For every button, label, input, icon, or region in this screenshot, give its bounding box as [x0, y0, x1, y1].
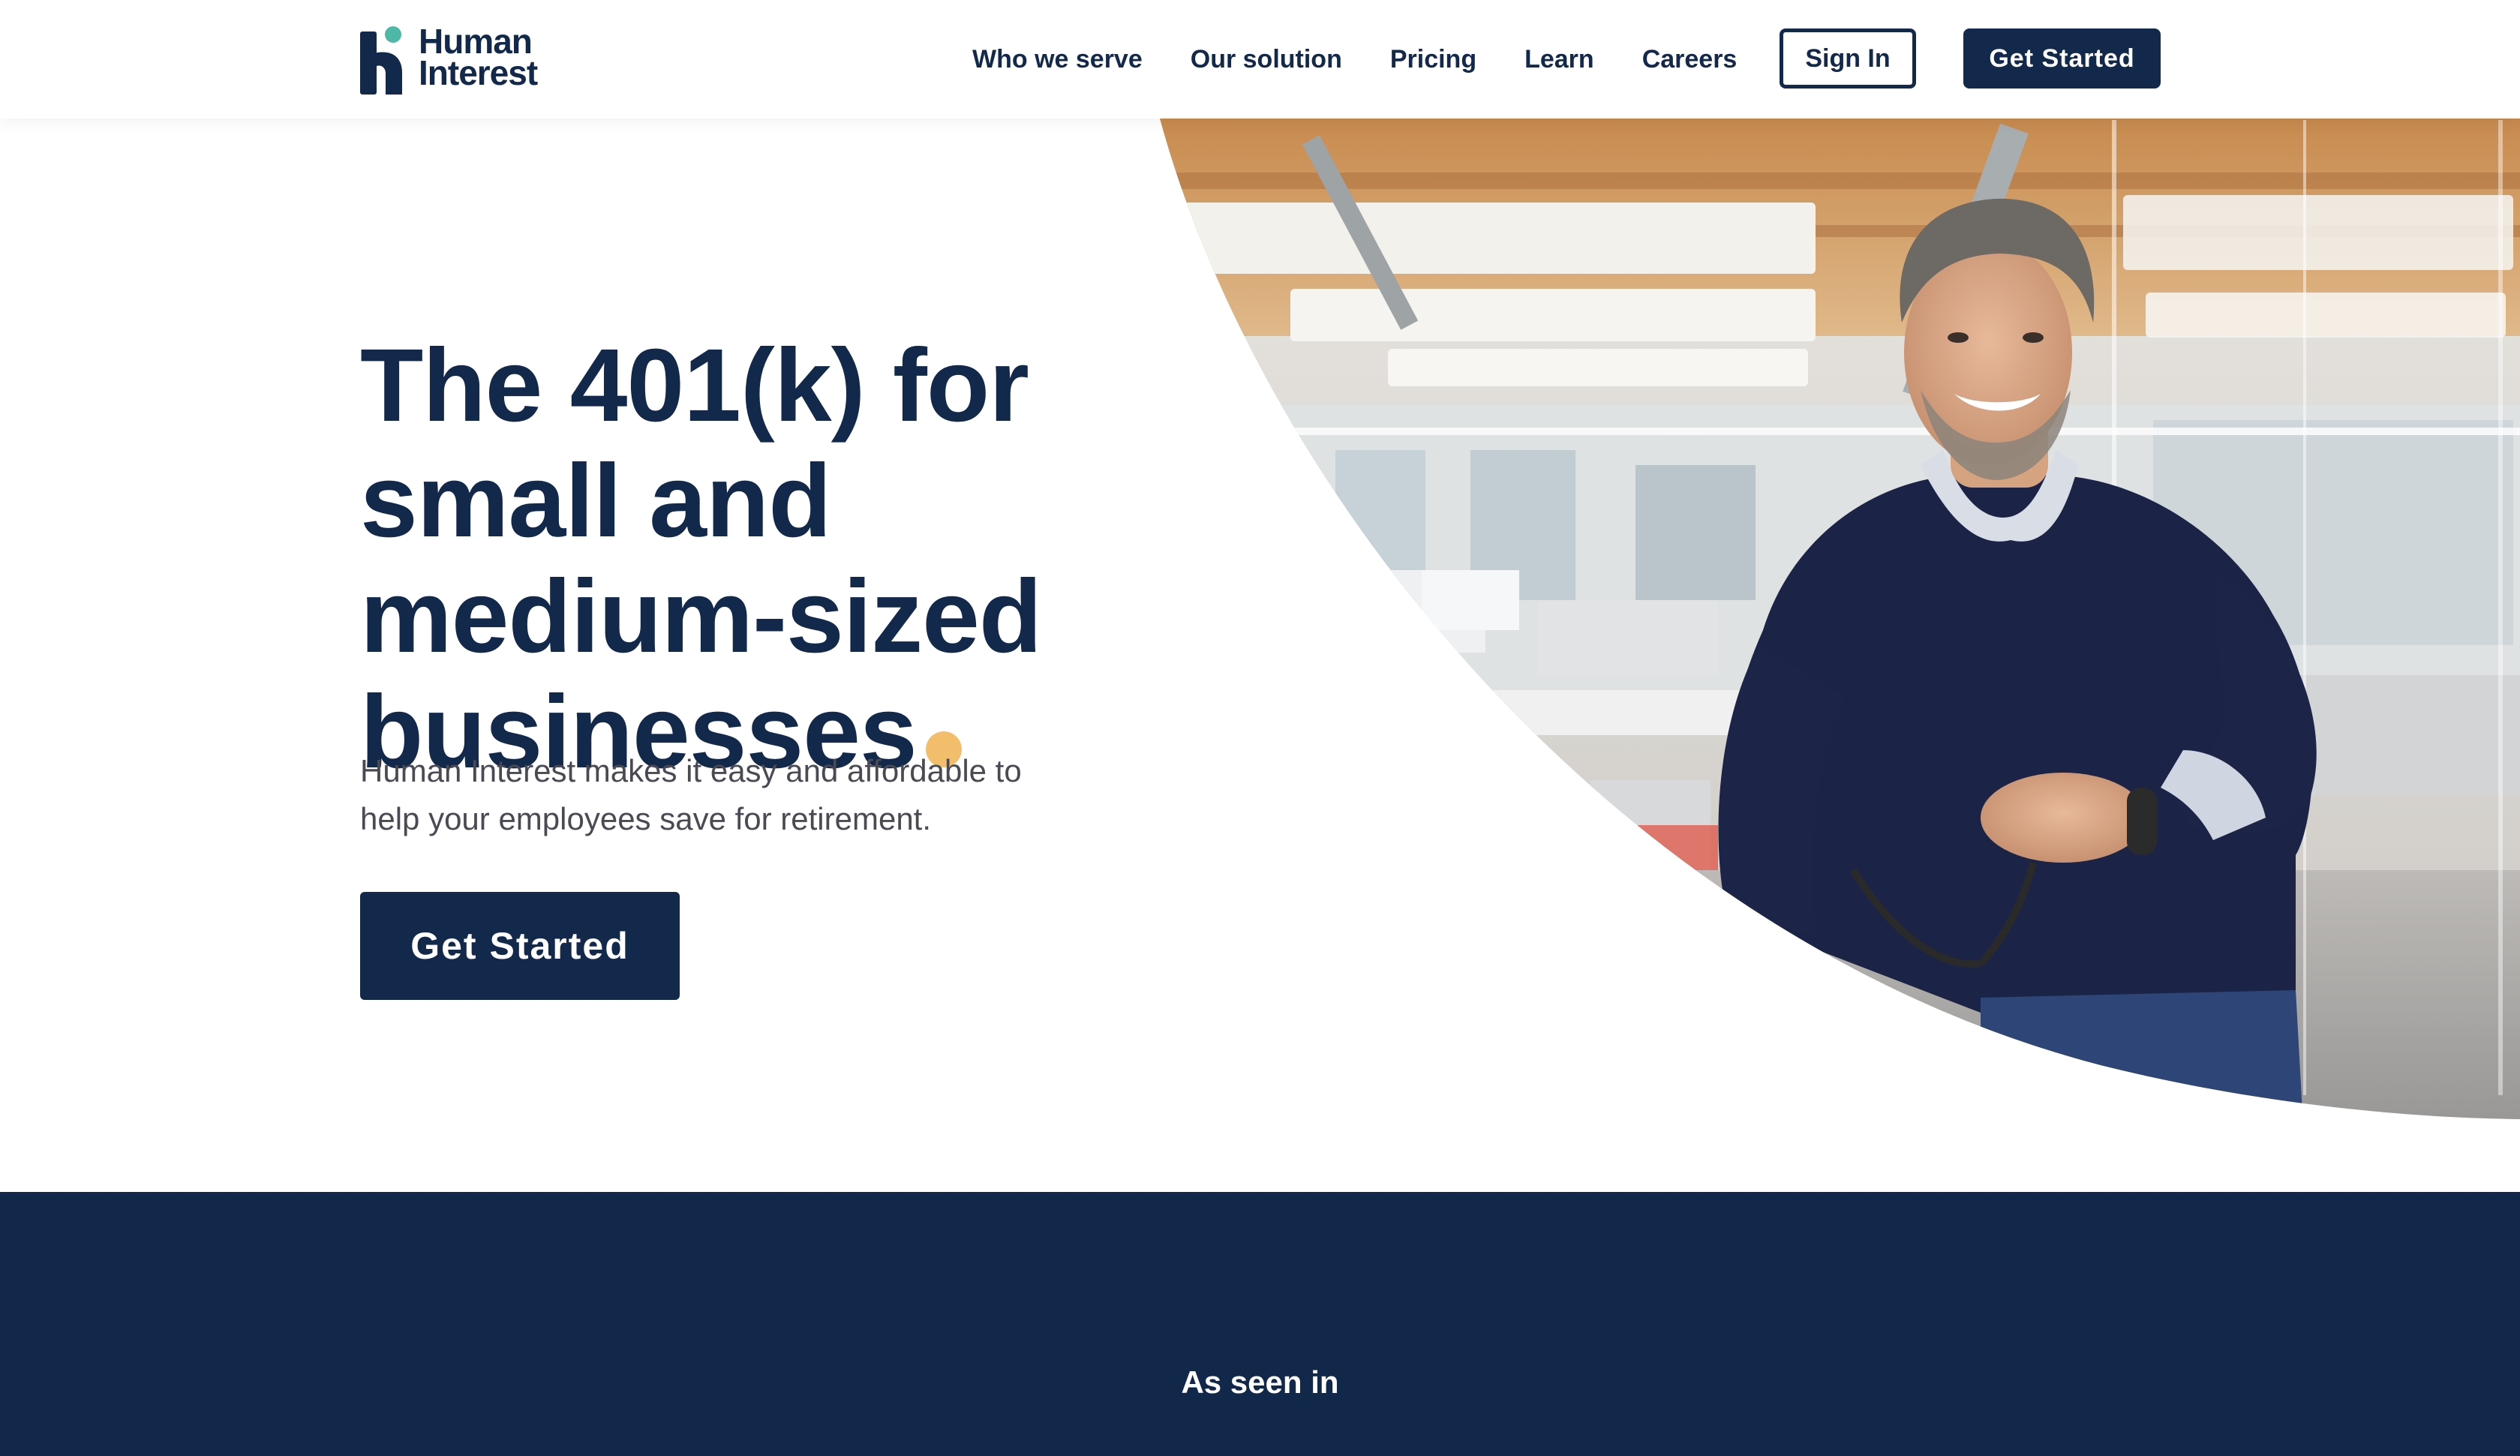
press-title: As seen in [1181, 1364, 1339, 1400]
press-section: As seen in [0, 1192, 2520, 1456]
nav-careers[interactable]: Careers [1642, 45, 1738, 74]
nav-who-we-serve[interactable]: Who we serve [972, 45, 1143, 74]
headline-line-2: small and [360, 443, 832, 560]
hero-get-started-button[interactable]: Get Started [360, 892, 680, 1000]
site-header: Human Interest Who we serve Our solution… [0, 0, 2520, 119]
main-nav: Who we serve Our solution Pricing Learn … [972, 0, 1785, 119]
logo[interactable]: Human Interest [360, 24, 563, 95]
logo-line-2: Interest [419, 53, 538, 92]
logo-mark-icon [360, 26, 402, 95]
sign-in-button[interactable]: Sign In [1780, 29, 1916, 89]
hero-subtext: Human Interest makes it easy and afforda… [360, 747, 1148, 843]
logo-wordmark: Human Interest [419, 22, 569, 92]
hero-headline: The 401(k) for small and medium-sized bu… [360, 328, 1185, 790]
headline-line-3: medium-sized [360, 559, 1042, 675]
header-get-started-button[interactable]: Get Started [1963, 29, 2161, 89]
logo-line-1: Human [419, 22, 533, 61]
nav-pricing[interactable]: Pricing [1390, 45, 1476, 74]
subtext-line-1: Human Interest makes it easy and afforda… [360, 753, 1022, 788]
nav-learn[interactable]: Learn [1524, 45, 1594, 74]
nav-our-solution[interactable]: Our solution [1191, 45, 1342, 74]
subtext-line-2: help your employees save for retirement. [360, 801, 932, 836]
headline-line-1: The 401(k) for [360, 328, 1029, 444]
